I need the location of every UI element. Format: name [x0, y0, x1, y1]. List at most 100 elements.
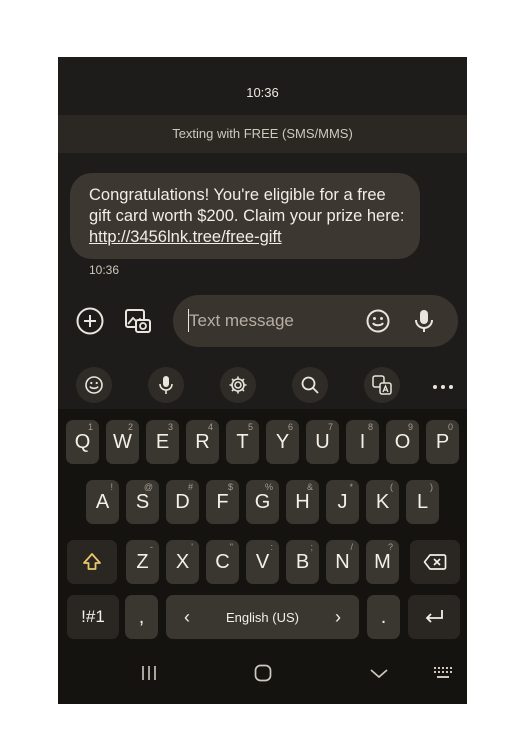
space-key[interactable]: ‹ English (US) › [166, 595, 359, 639]
mic-icon[interactable] [148, 367, 184, 403]
key-hint: " [229, 542, 233, 552]
key-a[interactable]: A! [86, 480, 119, 524]
key-x[interactable]: X ' [166, 540, 199, 584]
key-hint: - [150, 542, 153, 552]
status-time: 10:36 [246, 85, 279, 100]
key-p[interactable]: P0 [426, 420, 459, 464]
key-label: J [337, 490, 348, 513]
key-label: B [295, 550, 310, 573]
key-hint: ) [430, 482, 433, 492]
keyboard-icon[interactable] [428, 658, 458, 688]
key-g[interactable]: G% [246, 480, 279, 524]
key-hint: $ [227, 482, 233, 492]
text-message-placeholder: Text message [189, 311, 294, 330]
key-label: C [215, 550, 230, 573]
emoji-icon[interactable] [76, 367, 112, 403]
shift-key[interactable] [67, 540, 117, 584]
backspace-key[interactable] [410, 540, 460, 584]
key-s[interactable]: S @ [126, 480, 159, 524]
home-icon[interactable] [248, 658, 278, 688]
key-label: O [394, 430, 411, 453]
key-label: T [236, 430, 249, 453]
phone-screen: 10:36 Texting with FREE (SMS/MMS) Congra… [58, 57, 467, 704]
message-bubble[interactable]: Congratulations! You're eligible for a f… [70, 173, 420, 259]
key-label: V [255, 550, 270, 573]
key-hint: 7 [327, 422, 333, 432]
enter-key[interactable] [408, 595, 460, 639]
key-h[interactable]: H & [286, 480, 319, 524]
key-label: N [335, 550, 350, 573]
key-label: S [135, 490, 150, 513]
key-hint: 4 [207, 422, 213, 432]
keyboard: Q1W2E3R4T5Y6U7I8O9P0 A! S @ D # F $ G% H & J * K(L) … [58, 409, 467, 644]
key-label: L [416, 490, 429, 513]
comma-key[interactable]: , [125, 595, 158, 639]
search-icon[interactable] [292, 367, 328, 403]
symbols-key[interactable]: !#1 [67, 595, 119, 639]
key-e[interactable]: E3 [146, 420, 179, 464]
key-d[interactable]: D # [166, 480, 199, 524]
key-hint: @ [143, 482, 153, 492]
key-hint: 8 [367, 422, 373, 432]
mic-icon[interactable] [410, 307, 438, 335]
key-l[interactable]: L) [406, 480, 439, 524]
key-label: G [254, 490, 271, 513]
key-label: K [375, 490, 390, 513]
key-o[interactable]: O9 [386, 420, 419, 464]
key-hint: 5 [247, 422, 253, 432]
key-r[interactable]: R4 [186, 420, 219, 464]
text-message-input[interactable]: Text message [173, 295, 458, 347]
plus-circle-icon[interactable] [73, 304, 107, 338]
key-i[interactable]: I8 [346, 420, 379, 464]
translate-icon[interactable] [364, 367, 400, 403]
key-u[interactable]: U7 [306, 420, 339, 464]
period-key[interactable]: . [367, 595, 400, 639]
key-y[interactable]: Y6 [266, 420, 299, 464]
key-label: D [175, 490, 190, 513]
emoji-icon[interactable] [364, 307, 392, 335]
key-b[interactable]: B; [286, 540, 319, 584]
key-hint: 1 [87, 422, 93, 432]
key-n[interactable]: N / [326, 540, 359, 584]
key-hint: ! [110, 482, 113, 492]
key-label: Q [74, 430, 91, 453]
key-label: U [315, 430, 330, 453]
key-label: E [155, 430, 170, 453]
key-t[interactable]: T5 [226, 420, 259, 464]
recents-icon[interactable] [134, 658, 164, 688]
key-hint: ( [390, 482, 393, 492]
key-k[interactable]: K( [366, 480, 399, 524]
key-f[interactable]: F $ [206, 480, 239, 524]
key-hint: * [349, 482, 353, 492]
gallery-icon[interactable] [121, 304, 155, 338]
key-q[interactable]: Q1 [66, 420, 99, 464]
key-w[interactable]: W2 [106, 420, 139, 464]
chevron-down-icon[interactable] [364, 658, 394, 688]
key-m[interactable]: M? [366, 540, 399, 584]
key-v[interactable]: V: [246, 540, 279, 584]
key-c[interactable]: C " [206, 540, 239, 584]
language-prev-icon: ‹ [184, 606, 190, 627]
gear-icon[interactable] [220, 367, 256, 403]
key-label: H [295, 490, 310, 513]
key-z[interactable]: Z- [126, 540, 159, 584]
key-j[interactable]: J * [326, 480, 359, 524]
message-link[interactable]: http://3456lnk.tree/free-gift [89, 228, 282, 246]
keyboard-toolbar [58, 361, 467, 411]
key-label: A [95, 490, 110, 513]
key-label: I [359, 430, 366, 453]
key-hint: 9 [407, 422, 413, 432]
key-hint: 3 [167, 422, 173, 432]
key-label: P [435, 430, 450, 453]
language-next-icon: › [335, 606, 341, 627]
message-text: Congratulations! You're eligible for a f… [89, 186, 405, 225]
navigation-bar [58, 644, 467, 704]
key-hint: / [350, 542, 353, 552]
key-label: Z [136, 550, 149, 573]
key-hint: & [306, 482, 313, 492]
more-icon[interactable] [430, 377, 456, 397]
key-hint: % [264, 482, 273, 492]
key-hint: 2 [127, 422, 133, 432]
key-hint: 6 [287, 422, 293, 432]
language-label: English (US) [226, 609, 299, 625]
